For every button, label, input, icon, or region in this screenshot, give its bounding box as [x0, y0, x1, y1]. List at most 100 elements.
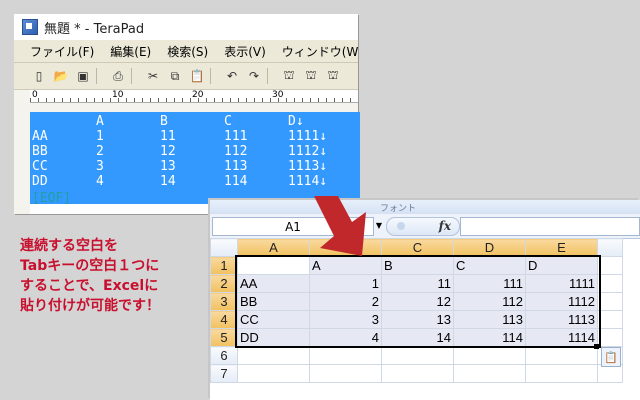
text-token: 12: [160, 144, 176, 159]
text-token: C: [224, 114, 232, 129]
cell[interactable]: [597, 364, 623, 383]
text-token: 1112↓: [288, 144, 328, 159]
cell[interactable]: [597, 292, 623, 311]
ruler-label: 20: [192, 90, 204, 100]
cell[interactable]: B: [381, 256, 454, 275]
undo-icon[interactable]: ↶: [223, 67, 241, 85]
find-next-icon[interactable]: ⛫: [302, 67, 320, 85]
cell[interactable]: 1111: [525, 274, 598, 293]
cell[interactable]: 1: [309, 274, 382, 293]
cell[interactable]: 1113: [525, 310, 598, 329]
cell[interactable]: [381, 346, 454, 365]
formula-input[interactable]: [460, 217, 640, 236]
cell[interactable]: [525, 346, 598, 365]
cell[interactable]: [237, 364, 310, 383]
cell[interactable]: [381, 364, 454, 383]
toolbar-separator: [267, 68, 274, 84]
insert-function-button[interactable]: fx: [386, 217, 460, 236]
window-title: 無題 * - TeraPad: [44, 21, 145, 37]
cell[interactable]: 12: [381, 292, 454, 311]
row-header[interactable]: 6: [210, 346, 238, 365]
cell[interactable]: [597, 328, 623, 347]
cut-icon[interactable]: ✂: [144, 67, 162, 85]
redo-icon[interactable]: ↷: [245, 67, 263, 85]
text-token: 3: [96, 159, 104, 174]
cell[interactable]: 4: [309, 328, 382, 347]
text-token: 112: [224, 144, 248, 159]
cell[interactable]: D: [525, 256, 598, 275]
toolbar-separator: [210, 68, 217, 84]
print-icon[interactable]: ⎙: [109, 67, 127, 85]
cell[interactable]: 13: [381, 310, 454, 329]
cell[interactable]: 11: [381, 274, 454, 293]
text-token: 11: [160, 129, 176, 144]
column-header[interactable]: C: [381, 238, 454, 257]
new-file-icon[interactable]: ▯: [30, 67, 48, 85]
replace-icon[interactable]: ⛫: [324, 67, 342, 85]
cell[interactable]: [597, 310, 623, 329]
cell[interactable]: 113: [453, 310, 526, 329]
toolbar-separator: [131, 68, 138, 84]
cell[interactable]: [309, 346, 382, 365]
cell[interactable]: [237, 346, 310, 365]
title-bar: 無題 * - TeraPad: [14, 14, 358, 40]
cell[interactable]: C: [453, 256, 526, 275]
table-row: 7: [210, 364, 623, 383]
column-header-empty[interactable]: [597, 238, 623, 257]
cell[interactable]: AA: [237, 274, 310, 293]
text-token: BB: [32, 144, 48, 159]
cell[interactable]: 1112: [525, 292, 598, 311]
fill-handle[interactable]: [594, 344, 599, 349]
column-header[interactable]: A: [237, 238, 310, 257]
menu-window[interactable]: ウィンドウ(W: [282, 43, 358, 60]
cell[interactable]: 2: [309, 292, 382, 311]
text-token: 13: [160, 159, 176, 174]
text-token: D↓: [288, 114, 304, 129]
formula-bar: A1 ▼ fx: [210, 214, 640, 239]
table-row: 3 BB 2 12 112 1112: [210, 292, 623, 311]
cell[interactable]: CC: [237, 310, 310, 329]
cell[interactable]: DD: [237, 328, 310, 347]
row-header[interactable]: 7: [210, 364, 238, 383]
cell[interactable]: 14: [381, 328, 454, 347]
text-token: DD: [32, 174, 48, 189]
cell[interactable]: [597, 274, 623, 293]
terapad-app-icon: [22, 19, 38, 35]
column-header[interactable]: D: [453, 238, 526, 257]
row-header[interactable]: 5: [210, 328, 238, 347]
text-token: 114: [224, 174, 248, 189]
menu-edit[interactable]: 編集(E): [110, 43, 151, 60]
cell[interactable]: BB: [237, 292, 310, 311]
toolbar-separator: [96, 68, 103, 84]
arrow-icon: [314, 196, 366, 256]
menu-file[interactable]: ファイル(F): [30, 43, 94, 60]
fx-icon: fx: [438, 219, 451, 233]
find-icon[interactable]: ⛫: [280, 67, 298, 85]
cell[interactable]: [525, 364, 598, 383]
menu-search[interactable]: 検索(S): [167, 43, 208, 60]
save-icon[interactable]: ▣: [74, 67, 92, 85]
toolbar: ▯ 📂 ▣ ⎙ ✂ ⧉ 📋 ↶ ↷ ⛫ ⛫ ⛫: [14, 63, 358, 90]
cell[interactable]: [453, 346, 526, 365]
cell[interactable]: [237, 256, 310, 275]
column-header[interactable]: E: [525, 238, 598, 257]
text-token: 1114↓: [288, 174, 328, 189]
cell[interactable]: 111: [453, 274, 526, 293]
caption-line: することで、Excelに: [20, 278, 159, 294]
cell[interactable]: [453, 364, 526, 383]
cell[interactable]: 114: [453, 328, 526, 347]
paste-icon[interactable]: 📋: [188, 67, 206, 85]
text-token: 14: [160, 174, 176, 189]
paste-options-icon[interactable]: 📋: [601, 347, 621, 367]
menu-view[interactable]: 表示(V): [224, 43, 266, 60]
cell[interactable]: 112: [453, 292, 526, 311]
copy-icon[interactable]: ⧉: [166, 67, 184, 85]
open-folder-icon[interactable]: 📂: [52, 67, 70, 85]
cell[interactable]: [597, 256, 623, 275]
spreadsheet-grid: A B C D E 1ABCD2AA11111111113BB212112111…: [210, 238, 623, 383]
cell[interactable]: 3: [309, 310, 382, 329]
cell[interactable]: 1114: [525, 328, 598, 347]
text-token: CC: [32, 159, 48, 174]
text-token: AA: [32, 129, 48, 144]
cell[interactable]: [309, 364, 382, 383]
